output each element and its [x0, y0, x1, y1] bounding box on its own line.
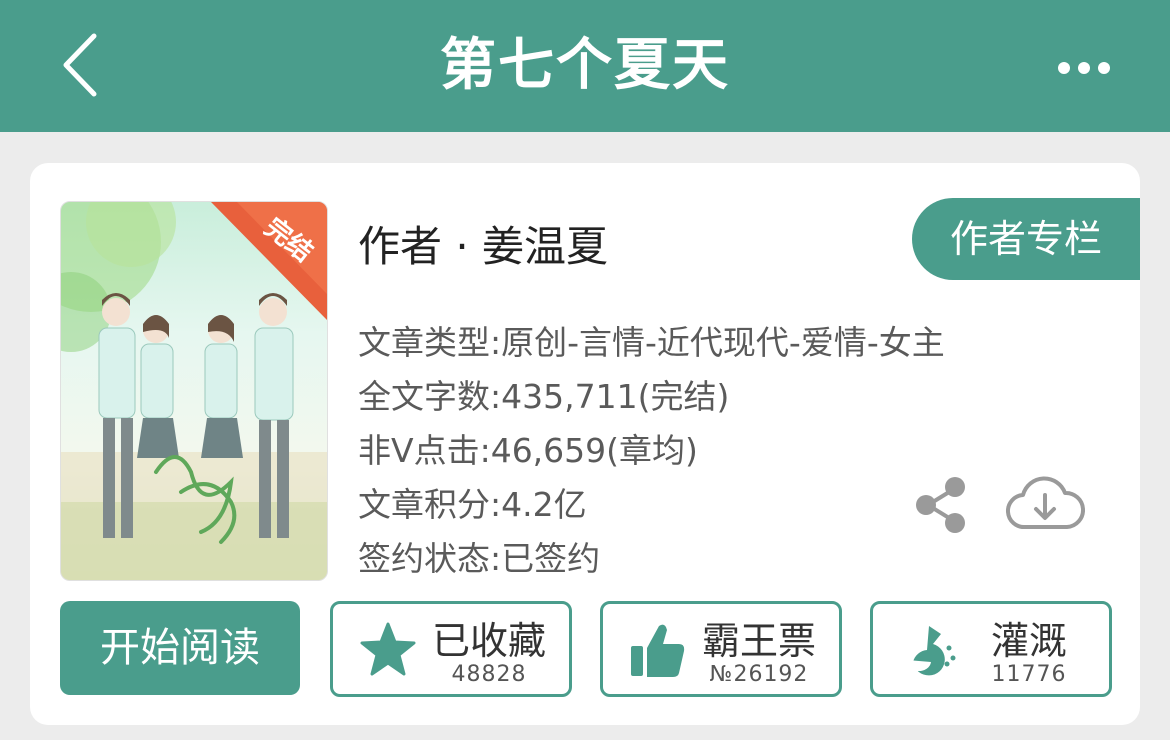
more-dot-icon [1058, 62, 1070, 74]
book-card: 完结 作者 · 姜温夏 作者专栏 文章类型:原创-言情-近代现代-爱情-女主 全… [30, 163, 1140, 725]
info-clicks: 非V点击:46,659(章均) [358, 431, 698, 470]
nutrient-button[interactable]: 灌溉 11776 [870, 601, 1112, 697]
cloud-download-icon [1006, 476, 1085, 530]
more-dot-icon [1078, 62, 1090, 74]
info-genre: 文章类型:原创-言情-近代现代-爱情-女主 [358, 323, 945, 362]
favorite-button[interactable]: 已收藏 48828 [330, 601, 572, 697]
author-column-button[interactable]: 作者专栏 [912, 198, 1140, 280]
vote-rank: №26192 [709, 662, 809, 687]
nutrient-label: 灌溉 [990, 619, 1067, 663]
more-dot-icon [1098, 62, 1110, 74]
favorite-count: 48828 [451, 662, 527, 687]
top-bar: 第七个夏天 [0, 0, 1170, 132]
book-cover[interactable]: 完结 [60, 201, 328, 581]
share-icon [916, 477, 965, 533]
download-button[interactable] [1005, 475, 1085, 535]
nutrient-count: 11776 [991, 662, 1067, 687]
author-name[interactable]: 作者 · 姜温夏 [358, 213, 608, 274]
share-button[interactable] [910, 475, 970, 535]
info-score: 文章积分:4.2亿 [358, 485, 587, 524]
vote-button[interactable]: 霸王票 №26192 [600, 601, 842, 697]
start-reading-button[interactable]: 开始阅读 [60, 601, 300, 695]
info-sign-status: 签约状态:已签约 [358, 539, 601, 578]
vote-label: 霸王票 [701, 619, 816, 663]
page-title: 第七个夏天 [440, 33, 730, 98]
flask-icon [906, 626, 956, 676]
more-options-button[interactable] [1052, 50, 1116, 86]
thumbs-up-icon [631, 624, 685, 677]
star-icon [360, 622, 416, 676]
favorite-label: 已收藏 [431, 619, 546, 663]
info-word-count: 全文字数:435,711(完结) [358, 377, 730, 416]
